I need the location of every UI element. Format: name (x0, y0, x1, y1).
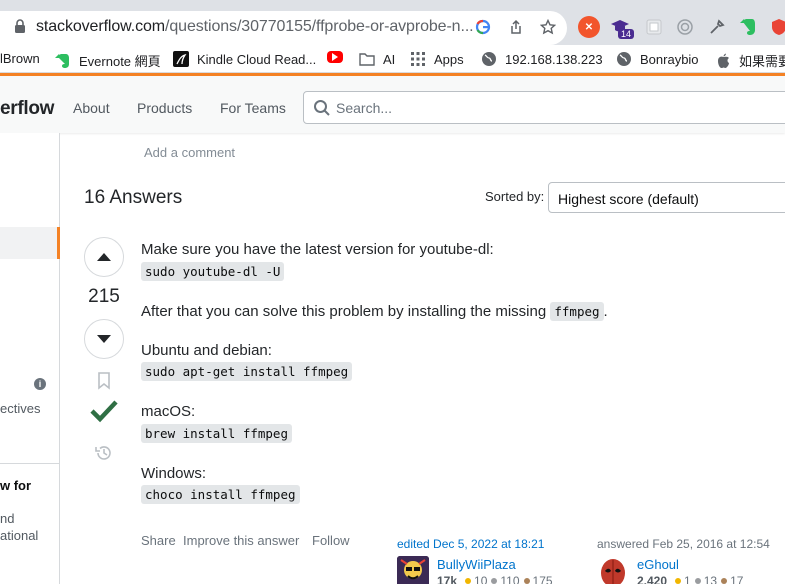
bookmark-apps[interactable]: Apps (410, 51, 464, 67)
answer-paragraph-2-period: . (603, 303, 608, 320)
sidebar-divider (0, 463, 60, 464)
downvote-arrow-icon (97, 335, 111, 343)
answer-paragraph-1: Make sure you have the latest version fo… (141, 241, 494, 258)
upvote-arrow-icon (97, 253, 111, 261)
add-comment-link[interactable]: Add a comment (144, 145, 235, 160)
sorted-by-label: Sorted by: (485, 189, 545, 204)
star-bookmark-icon[interactable] (538, 17, 558, 37)
answers-heading: 16 Answers (84, 187, 183, 208)
search-input[interactable]: Search... (303, 91, 785, 124)
bookmark-bonraybio[interactable]: Bonraybio (616, 51, 699, 67)
google-icon[interactable] (473, 17, 493, 37)
evernote-icon (55, 53, 71, 69)
share-icon[interactable] (506, 17, 526, 37)
answer-paragraph-4: macOS: (141, 403, 196, 420)
history-icon[interactable] (93, 442, 115, 464)
left-sidebar: i ectives w for nd ational (0, 133, 60, 584)
url-domain: stackoverflow.com (36, 18, 166, 35)
sort-select[interactable]: Highest score (default) (548, 182, 785, 213)
bookmark-youtube[interactable] (327, 51, 351, 63)
sidebar-teams-text-1: nd (0, 511, 15, 526)
answer-paragraph-5: Windows: (141, 465, 207, 482)
apple-icon (715, 53, 731, 69)
extension-badge: 14 (618, 29, 635, 39)
vote-count: 215 (88, 286, 120, 307)
globe-icon (481, 51, 497, 67)
gold-badge-icon (675, 578, 682, 584)
sort-select-value: Highest score (default) (558, 191, 699, 207)
site-header: erflow About Products For Teams Search..… (0, 73, 785, 133)
author-name[interactable]: eGhoul (637, 557, 679, 572)
tools-icon[interactable] (706, 16, 728, 38)
upvote-button[interactable] (84, 237, 124, 277)
silver-badge-icon (491, 578, 498, 584)
globe-icon (616, 51, 632, 67)
nav-for-teams[interactable]: For Teams (220, 100, 286, 116)
evernote-extension-icon[interactable] (737, 16, 759, 38)
sidebar-item-active[interactable] (0, 227, 60, 259)
editor-reputation: 17k 10 110 175 (437, 574, 553, 584)
sidebar-teams-text-2: ational (0, 528, 39, 543)
author-reputation: 2,420 1 13 17 (637, 574, 744, 584)
avatar[interactable] (397, 556, 429, 584)
kindle-icon (173, 51, 189, 67)
bronze-badge-icon (721, 578, 728, 584)
sidebar-teams-heading: w for (0, 478, 32, 493)
url-text[interactable]: stackoverflow.com/questions/30770155/ffp… (36, 18, 474, 36)
code-block-2: sudo apt-get install ffmpeg (141, 362, 353, 381)
bookmark-item[interactable]: lBrown (0, 51, 40, 66)
code-block-4: choco install ffmpeg (141, 485, 300, 504)
apps-grid-icon (410, 51, 426, 67)
extension-icon-3[interactable] (643, 16, 665, 38)
answered-timestamp[interactable]: answered Feb 25, 2016 at 12:54 (597, 537, 770, 551)
bookmark-apple[interactable]: 如果需要 (715, 51, 785, 70)
accepted-check-icon (90, 397, 118, 425)
target-icon[interactable] (674, 16, 696, 38)
nav-products[interactable]: Products (137, 100, 192, 116)
bronze-badge-icon (523, 578, 530, 584)
bookmark-icon[interactable] (93, 370, 115, 392)
silver-badge-icon (694, 578, 701, 584)
code-block-1: sudo youtube-dl -U (141, 262, 285, 281)
youtube-icon (327, 51, 343, 63)
follow-link[interactable]: Follow (312, 533, 350, 548)
bookmark-folder-ai[interactable]: AI (359, 51, 395, 67)
shield-icon[interactable] (768, 16, 785, 38)
bookmark-evernote[interactable]: Evernote 網頁 (55, 51, 161, 70)
extension-icon-1[interactable]: ✕ (578, 16, 600, 38)
downvote-button[interactable] (84, 319, 124, 359)
code-block-3: brew install ffmpeg (141, 424, 292, 443)
bookmark-ip[interactable]: 192.168.138.223 (481, 51, 603, 67)
bookmarks-bar: lBrown Evernote 網頁 Kindle Cloud Read... … (0, 45, 785, 73)
info-icon[interactable]: i (34, 378, 46, 390)
gold-badge-icon (465, 578, 472, 584)
lock-icon (15, 19, 25, 33)
answer-paragraph-3: Ubuntu and debian: (141, 342, 272, 359)
search-placeholder: Search... (336, 100, 393, 116)
avatar[interactable] (597, 556, 629, 584)
share-link[interactable]: Share (141, 533, 176, 548)
bookmark-kindle[interactable]: Kindle Cloud Read... (173, 51, 316, 67)
answer-paragraph-2-text: After that you can solve this problem by… (141, 303, 547, 320)
sidebar-item-collectives[interactable]: ectives (0, 401, 40, 416)
answer-paragraph-2: After that you can solve this problem by… (141, 302, 608, 321)
site-logo[interactable]: erflow (0, 98, 54, 120)
edited-timestamp[interactable]: edited Dec 5, 2022 at 18:21 (397, 537, 544, 551)
improve-answer-link[interactable]: Improve this answer (183, 533, 299, 548)
editor-name[interactable]: BullyWiiPlaza (437, 557, 516, 572)
nav-about[interactable]: About (73, 100, 110, 116)
folder-icon (359, 51, 375, 67)
browser-toolbar: stackoverflow.com/questions/30770155/ffp… (0, 0, 785, 45)
inline-code-ffmpeg: ffmpeg (550, 302, 604, 321)
search-icon (314, 100, 330, 116)
url-path: /questions/30770155/ffprobe-or-avprobe-n… (165, 18, 474, 35)
